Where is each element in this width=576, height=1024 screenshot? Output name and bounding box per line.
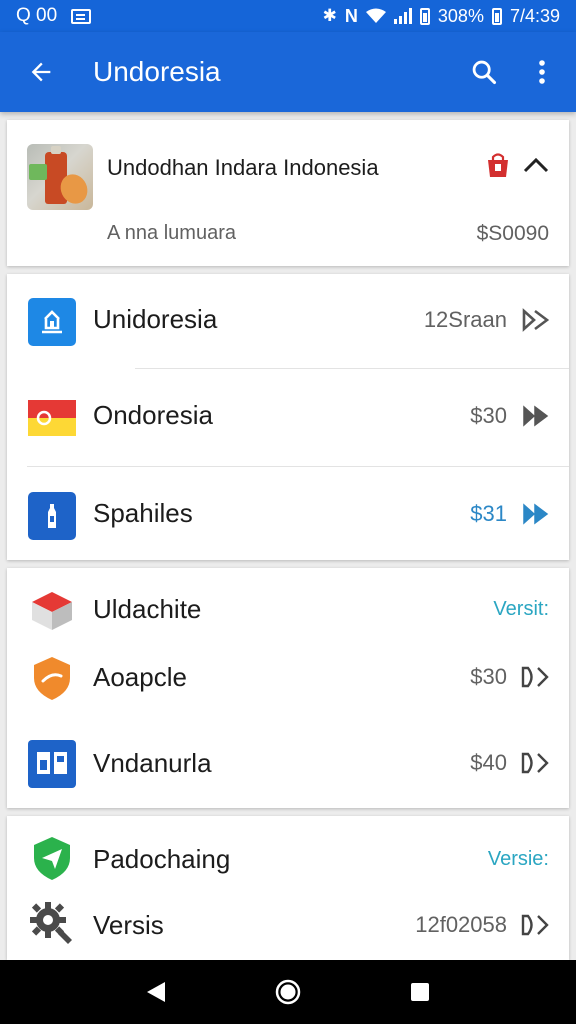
list-item-value: $30 bbox=[470, 403, 507, 428]
list-item-value: $40 bbox=[470, 750, 507, 775]
list-item-value: $31 bbox=[470, 501, 507, 526]
settings-gear-icon bbox=[30, 902, 72, 944]
nav-back-button[interactable] bbox=[132, 968, 180, 1016]
home-app-icon bbox=[28, 298, 76, 346]
list-card-1: Unidoresia 12Sraan Ondoresia $30 Spahile… bbox=[7, 274, 569, 560]
back-button[interactable] bbox=[0, 32, 82, 112]
search-button[interactable] bbox=[460, 32, 508, 112]
battery-percent: 308% bbox=[437, 5, 484, 26]
chevron-right-icon bbox=[521, 914, 549, 936]
search-icon bbox=[472, 60, 497, 85]
square-recents-icon bbox=[411, 983, 429, 1001]
location-shield-icon bbox=[34, 837, 70, 880]
list-item-name: Versis bbox=[93, 910, 164, 940]
list-item[interactable]: Padochaing Versie: bbox=[7, 816, 569, 896]
list-item-name: Ondoresia bbox=[93, 400, 213, 430]
flag-app-icon bbox=[28, 400, 76, 436]
product-image bbox=[27, 144, 93, 210]
chevron-right-icon bbox=[521, 666, 549, 688]
collapse-button[interactable] bbox=[519, 148, 553, 182]
triangle-back-icon bbox=[147, 982, 165, 1002]
page-title: Undoresia bbox=[93, 56, 221, 87]
list-item[interactable]: Unidoresia 12Sraan bbox=[7, 274, 569, 370]
list-item-value: 12f02058 bbox=[415, 912, 507, 937]
chevron-up-icon bbox=[523, 157, 549, 173]
chevron-right-icon bbox=[521, 752, 549, 774]
list-item[interactable]: Ondoresia $30 bbox=[7, 370, 569, 466]
status-bar: Q 00 ✱ N 308% 7/4:39 bbox=[0, 0, 576, 32]
wifi-icon bbox=[365, 8, 386, 23]
document-app-icon bbox=[28, 740, 76, 788]
list-item-name: Vndanurla bbox=[93, 748, 212, 778]
list-item-value: Versit: bbox=[493, 598, 549, 620]
bottle-app-icon bbox=[28, 492, 76, 540]
more-vert-icon bbox=[539, 60, 545, 84]
divider bbox=[27, 466, 569, 467]
list-item-value: Versie: bbox=[487, 848, 549, 870]
product-card[interactable]: Undodhan Indara Indonesia A nna lumuara … bbox=[7, 120, 569, 266]
list-item[interactable]: Aoapcle $30 bbox=[7, 636, 569, 720]
arrow-back-icon bbox=[31, 62, 51, 82]
list-item[interactable]: Vndanurla $40 bbox=[7, 720, 569, 806]
system-nav-bar bbox=[0, 960, 576, 1024]
list-item-name: Uldachite bbox=[93, 594, 202, 624]
double-chevron-right-icon bbox=[523, 405, 549, 427]
list-item[interactable]: Spahiles $31 bbox=[7, 468, 569, 564]
signal-icon bbox=[393, 8, 412, 24]
list-item-value: 12Sraan bbox=[423, 307, 507, 332]
bluetooth-icon: ✱ bbox=[322, 6, 337, 25]
double-chevron-right-icon bbox=[523, 503, 549, 525]
list-item-name: Unidoresia bbox=[93, 304, 218, 334]
list-item[interactable]: Versis 12f02058 bbox=[7, 886, 569, 960]
double-chevron-right-icon bbox=[522, 308, 550, 332]
circle-home-icon bbox=[275, 979, 301, 1005]
nav-home-button[interactable] bbox=[264, 968, 312, 1016]
status-clock: 7/4:39 bbox=[509, 5, 560, 26]
status-left-text: Q 00 bbox=[16, 5, 58, 26]
divider bbox=[135, 368, 569, 369]
product-subtitle: A nna lumuara bbox=[107, 222, 236, 244]
shopping-bag-icon[interactable] bbox=[486, 152, 510, 178]
battery-small-icon bbox=[419, 7, 430, 25]
list-card-3: Padochaing Versie: Versis 12f02058 bbox=[7, 816, 569, 960]
product-price: $S0090 bbox=[476, 222, 549, 245]
list-card-2: Uldachite Versit: Aoapcle $30 Vndanurla … bbox=[7, 568, 569, 808]
list-item-name: Padochaing bbox=[93, 844, 231, 874]
product-name: Undodhan Indara Indonesia bbox=[107, 155, 379, 180]
list-item-name: Spahiles bbox=[93, 498, 193, 528]
list-item-name: Aoapcle bbox=[93, 662, 187, 692]
app-bar: Undoresia bbox=[0, 32, 576, 112]
list-item-value: $30 bbox=[470, 664, 507, 689]
more-options-button[interactable] bbox=[520, 32, 564, 112]
message-notification-icon bbox=[71, 8, 92, 24]
shield-app-icon bbox=[34, 657, 70, 700]
nav-recents-button[interactable] bbox=[396, 968, 444, 1016]
battery-icon bbox=[491, 7, 502, 25]
nfc-icon: N bbox=[344, 5, 358, 26]
cube-app-icon bbox=[32, 592, 72, 630]
